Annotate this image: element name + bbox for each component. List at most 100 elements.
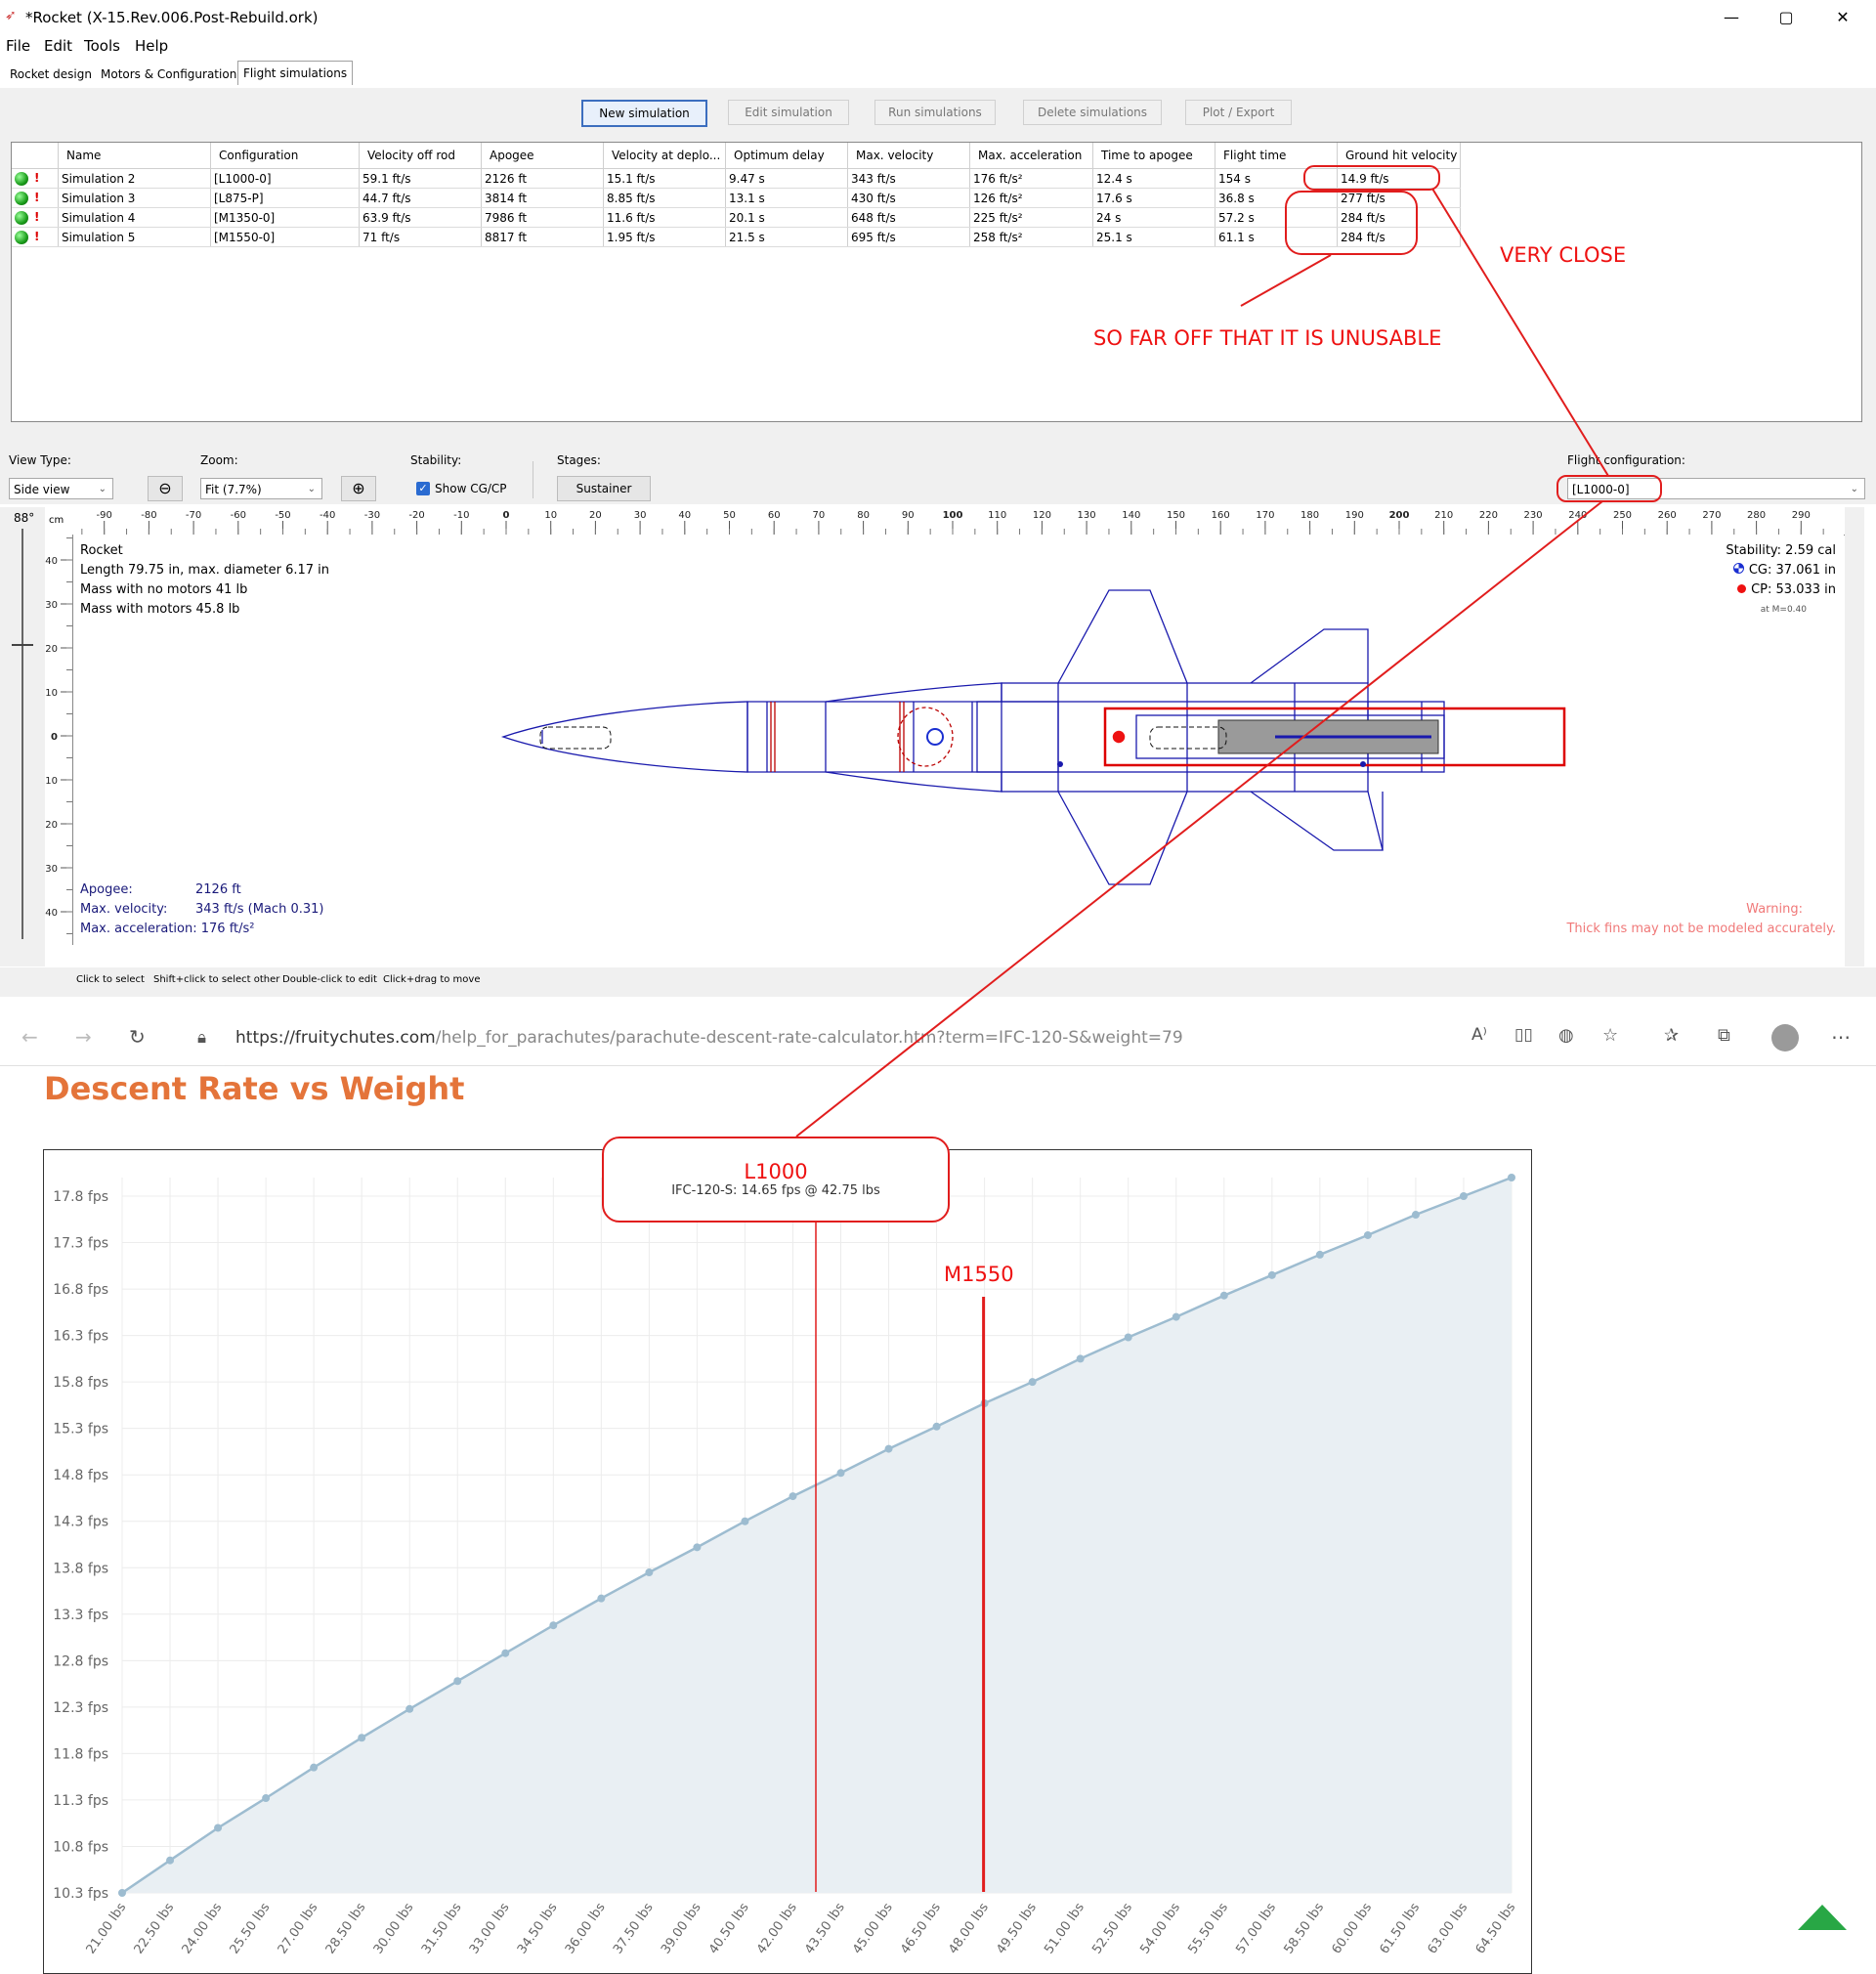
ruler-tick-label: 30 (634, 510, 647, 521)
read-aloud-icon[interactable]: A⁾ (1471, 1025, 1487, 1045)
table-cell: Simulation 4 (58, 207, 211, 228)
ruler-tick-label: -90 (97, 510, 112, 521)
column-header[interactable]: Configuration (210, 143, 360, 169)
column-header[interactable]: Velocity off rod (359, 143, 482, 169)
x-tick-label: 45.00 lbs (850, 1901, 896, 1957)
table-row[interactable]: ! Simulation 4 [M1350-0] 63.9 ft/s 7986 … (12, 207, 1462, 228)
scroll-to-top-icon[interactable] (1796, 1903, 1849, 1932)
collections-icon[interactable]: ⧉ (1718, 1025, 1730, 1046)
x-tick-label: 64.50 lbs (1473, 1901, 1519, 1957)
reader-view-icon[interactable]: ▯▯ (1514, 1025, 1533, 1045)
table-cell: 277 ft/s (1337, 188, 1462, 208)
annotation-m1550: M1550 (944, 1263, 1014, 1286)
ruler-tick-label: 0 (51, 732, 58, 743)
data-point (1219, 1291, 1228, 1300)
page-title: Descent Rate vs Weight (44, 1070, 465, 1107)
chart-tooltip-text: IFC-120-S: 14.65 fps @ 42.75 lbs (671, 1183, 880, 1198)
column-header[interactable]: Optimum delay (725, 143, 848, 169)
forward-arrow-icon[interactable]: → (75, 1025, 92, 1049)
ruler-tick-label: 10 (45, 688, 58, 699)
table-cell: 2126 ft (481, 168, 604, 189)
apogee-label: Apogee: (80, 882, 133, 897)
table-cell: 61.1 s (1215, 227, 1338, 247)
tab-motors-configuration[interactable]: Motors & Configuration (96, 63, 241, 86)
plot-export-button[interactable]: Plot / Export (1185, 100, 1292, 125)
x-tick-label: 36.00 lbs (563, 1901, 609, 1957)
zoom-out-button[interactable]: ⊖ (148, 476, 183, 501)
ruler-tick-label: 120 (1033, 510, 1051, 521)
x-tick-label: 63.00 lbs (1426, 1901, 1471, 1957)
x-tick-label: 46.50 lbs (898, 1901, 944, 1957)
menu-edit[interactable]: Edit (44, 35, 72, 57)
x-tick-label: 61.50 lbs (1378, 1901, 1424, 1957)
rocket-drawing[interactable] (73, 535, 1844, 945)
data-point (501, 1649, 510, 1657)
column-header[interactable]: Velocity at deplo... (603, 143, 726, 169)
zoom-select[interactable]: Fit (7.7%) ⌄ (200, 478, 322, 499)
ruler-tick-label: 280 (1747, 510, 1766, 521)
view-type-select[interactable]: Side view ⌄ (9, 478, 113, 499)
y-tick-label: 10.8 fps (53, 1839, 108, 1855)
warning-icon: ! (34, 191, 40, 205)
table-cell: 176 ft/s² (969, 168, 1093, 189)
x-tick-label: 33.00 lbs (467, 1901, 513, 1957)
close-button[interactable]: ✕ (1823, 6, 1862, 29)
back-arrow-icon[interactable]: ← (21, 1025, 38, 1049)
more-menu-icon[interactable]: ⋯ (1831, 1025, 1851, 1049)
table-row[interactable]: ! Simulation 5 [M1550-0] 71 ft/s 8817 ft… (12, 227, 1462, 247)
data-point (836, 1469, 845, 1478)
tracking-prevention-icon[interactable]: ◍ (1558, 1025, 1574, 1046)
new-simulation-button[interactable]: New simulation (581, 100, 707, 127)
rocket-figure[interactable]: Rocket Length 79.75 in, max. diameter 6.… (73, 535, 1844, 945)
delete-simulations-button[interactable]: Delete simulations (1023, 100, 1162, 125)
show-cgcp-checkbox[interactable]: ✓ (416, 482, 430, 495)
chart-svg[interactable]: 10.3 fps 10.8 fps 11.3 fps 11.8 fps 12.3 fps… (44, 1150, 1531, 1973)
flight-config-select[interactable]: [L1000-0] ⌄ (1567, 478, 1865, 499)
stage-sustainer-button[interactable]: Sustainer (557, 476, 651, 501)
add-favorite-icon[interactable]: ☆ (1602, 1025, 1618, 1046)
profile-avatar[interactable] (1771, 1024, 1799, 1051)
minimize-button[interactable]: — (1712, 6, 1751, 29)
restore-button[interactable]: ▢ (1767, 6, 1806, 29)
column-header[interactable]: Apogee (481, 143, 604, 169)
chevron-down-icon: ⌄ (1850, 484, 1858, 494)
rotation-slider-handle[interactable] (12, 644, 33, 646)
zoom-in-icon: ⊕ (352, 479, 365, 497)
edit-simulation-button[interactable]: Edit simulation (728, 100, 849, 125)
ruler-tick-label: -30 (45, 864, 58, 875)
table-cell: 21.5 s (725, 227, 848, 247)
address-bar[interactable]: https://fruitychutes.com/help_for_parach… (235, 1028, 1183, 1048)
lock-icon[interactable]: 🔒︎ (197, 1028, 206, 1048)
vertical-scrollbar[interactable] (1845, 507, 1864, 966)
menu-help[interactable]: Help (135, 35, 168, 57)
zoom-in-button[interactable]: ⊕ (341, 476, 376, 501)
x-tick-label: 49.50 lbs (994, 1901, 1040, 1957)
refresh-icon[interactable]: ↻ (129, 1025, 146, 1049)
table-row[interactable]: ! Simulation 3 [L875-P] 44.7 ft/s 3814 f… (12, 188, 1462, 208)
data-point (214, 1824, 223, 1832)
x-tick-label: 52.50 lbs (1089, 1901, 1135, 1957)
ruler-tick-label: 220 (1479, 510, 1498, 521)
column-header[interactable]: Time to apogee (1092, 143, 1215, 169)
column-header[interactable]: Max. velocity (847, 143, 970, 169)
ruler-tick-label: 240 (1568, 510, 1587, 521)
menu-file[interactable]: File (6, 35, 30, 57)
rotation-angle: 88° (14, 511, 35, 525)
ruler-tick-label: -30 (364, 510, 380, 521)
descent-rate-chart[interactable]: 10.3 fps 10.8 fps 11.3 fps 11.8 fps 12.3 fps… (43, 1149, 1532, 1974)
column-header[interactable]: Ground hit velocity (1337, 143, 1462, 169)
ruler-tick-label: 210 (1434, 510, 1453, 521)
ruler-tick-label: 60 (768, 510, 781, 521)
tab-rocket-design[interactable]: Rocket design (5, 63, 97, 86)
column-header[interactable]: Flight time (1215, 143, 1338, 169)
favorites-icon[interactable]: ✰ (1664, 1025, 1679, 1046)
x-tick-label: 60.00 lbs (1329, 1901, 1375, 1957)
column-header[interactable]: Name (58, 143, 211, 169)
tab-flight-simulations[interactable]: Flight simulations (237, 61, 354, 85)
run-simulations-button[interactable]: Run simulations (874, 100, 996, 125)
column-header[interactable]: Max. acceleration (969, 143, 1093, 169)
ruler-tick-label: 260 (1658, 510, 1677, 521)
table-row[interactable]: ! Simulation 2 [L1000-0] 59.1 ft/s 2126 … (12, 168, 1462, 189)
menu-tools[interactable]: Tools (84, 35, 120, 57)
x-tick-label: 31.50 lbs (419, 1901, 465, 1957)
